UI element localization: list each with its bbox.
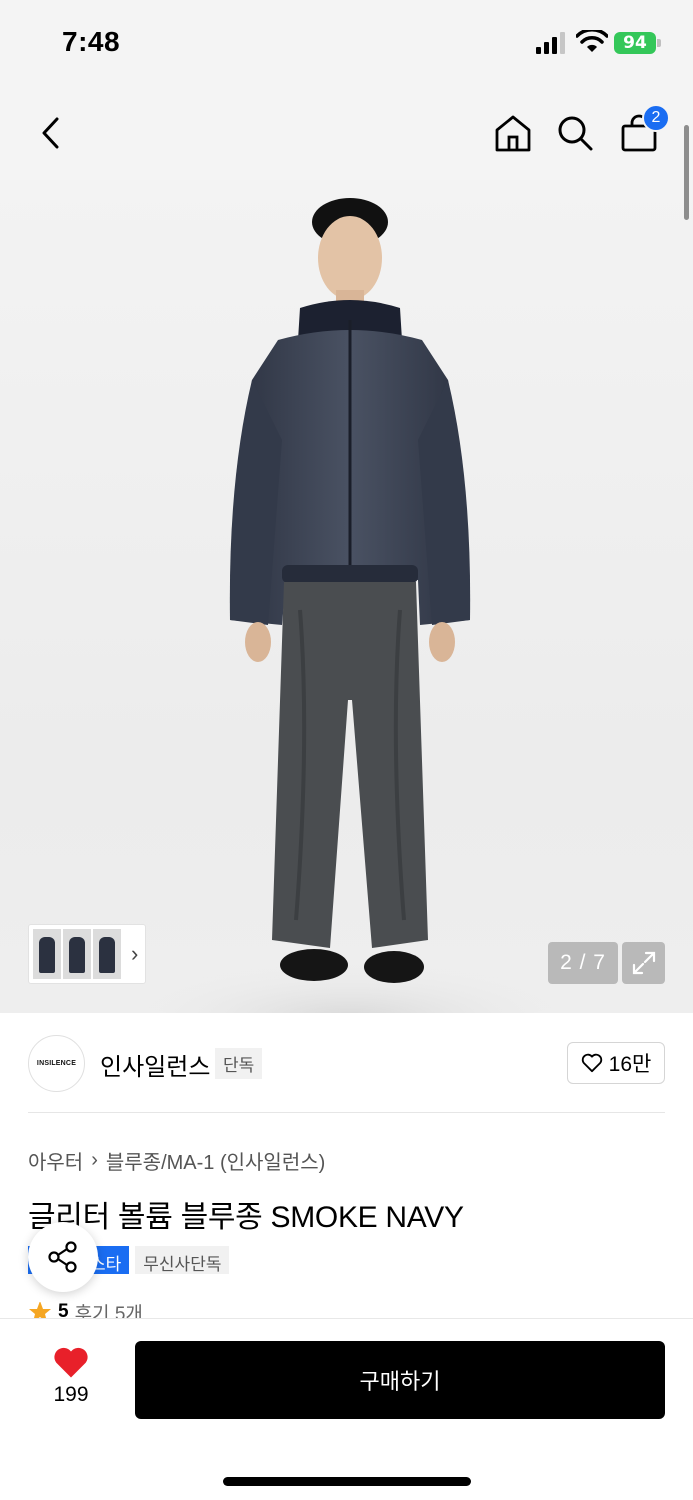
wifi-icon — [576, 30, 608, 52]
wishlist-count: 199 — [53, 1383, 89, 1406]
cart-count-badge: 2 — [642, 104, 670, 132]
bottom-action-bar: 199 구매하기 — [0, 1318, 693, 1500]
product-photo — [70, 198, 630, 1013]
heart-outline-icon — [581, 1053, 602, 1073]
image-counter: 2 / 7 — [548, 942, 618, 984]
chevron-left-icon — [42, 117, 59, 149]
breadcrumb-item[interactable]: 블루종/MA-1 (인사일런스) — [106, 1146, 325, 1175]
brand-like-count: 16만 — [608, 1053, 652, 1076]
battery-level: 94 — [614, 32, 656, 54]
wishlist-button[interactable]: 199 — [40, 1345, 102, 1415]
brand-logo[interactable]: INSILENCE — [28, 1035, 85, 1092]
brand-like-button[interactable]: 16만 — [567, 1042, 665, 1084]
search-button[interactable] — [550, 108, 600, 158]
share-button[interactable] — [28, 1222, 98, 1292]
musinsa-exclusive-tag: 무신사단독 — [135, 1246, 230, 1274]
chevron-right-icon: › — [131, 941, 139, 966]
battery-icon: 94 — [614, 30, 662, 56]
breadcrumb-item[interactable]: 아우터 — [28, 1146, 83, 1175]
back-button[interactable] — [26, 108, 76, 158]
home-button[interactable] — [488, 108, 538, 158]
brand-row[interactable]: INSILENCE 인사일런스 단독 16만 — [0, 1013, 693, 1113]
product-title: 글리터 볼륨 블루종 SMOKE NAVY — [28, 1201, 464, 1234]
thumbnail-image[interactable] — [93, 929, 121, 979]
thumbnail-image[interactable] — [63, 929, 91, 979]
brand-name[interactable]: 인사일런스 — [100, 1047, 210, 1082]
heart-filled-icon — [54, 1347, 88, 1378]
product-image-gallery[interactable]: › 2 / 7 — [0, 180, 693, 1013]
cellular-signal-icon — [536, 32, 565, 54]
exclusive-tag: 단독 — [215, 1048, 263, 1079]
cart-button[interactable]: 2 — [614, 104, 670, 158]
home-indicator — [223, 1477, 471, 1486]
expand-icon — [632, 951, 655, 975]
status-time: 7:48 — [62, 26, 121, 57]
thumbnail-strip[interactable]: › — [28, 924, 146, 984]
home-icon — [495, 115, 531, 152]
share-icon — [48, 1241, 77, 1273]
status-bar: 7:48 94 — [0, 0, 693, 90]
chevron-right-icon: › — [91, 1149, 98, 1171]
search-icon — [558, 116, 593, 151]
buy-button[interactable]: 구매하기 — [135, 1341, 665, 1419]
divider — [28, 1112, 665, 1113]
scroll-indicator — [684, 125, 689, 220]
brand-logo-text: INSILENCE — [36, 1060, 77, 1067]
thumbnail-image[interactable] — [33, 929, 61, 979]
breadcrumb: 아우터 › 블루종/MA-1 (인사일런스) — [28, 1146, 325, 1175]
top-nav-bar: 2 — [0, 90, 693, 180]
expand-button[interactable] — [622, 942, 665, 984]
